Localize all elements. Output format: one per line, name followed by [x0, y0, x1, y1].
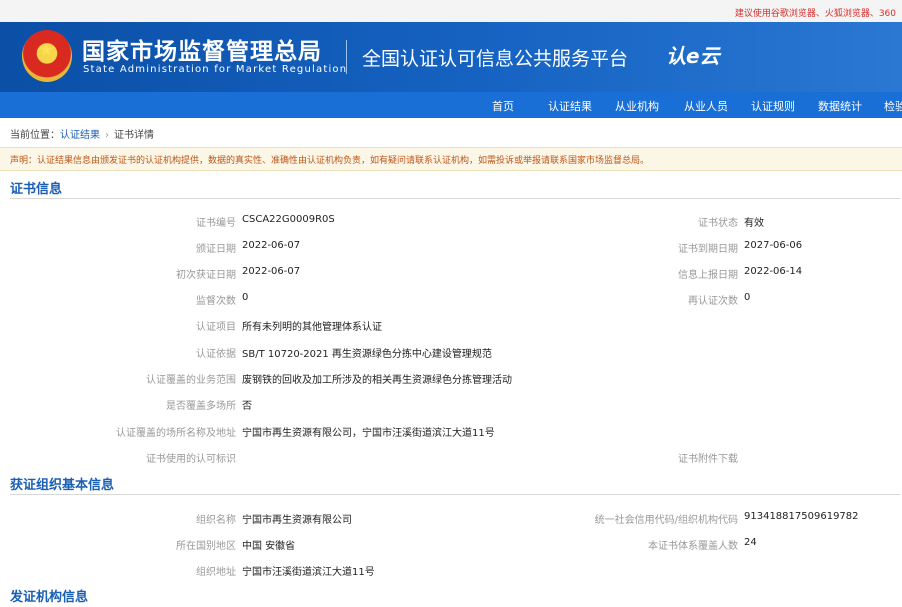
- nav-institutions[interactable]: 从业机构: [615, 98, 659, 114]
- field-label: 证书编号: [196, 218, 236, 229]
- nav-cert-rules[interactable]: 认证规则: [751, 98, 795, 114]
- attachment-download-link[interactable]: 证书附件下载: [678, 450, 738, 465]
- cert-project: 所有未列明的其他管理体系认证: [242, 322, 382, 333]
- field-label: 组织地址: [196, 567, 236, 578]
- business-scope: 废钢铁的回收及加工所涉及的相关再生资源绿色分拣管理活动: [242, 375, 512, 386]
- section-divider: [10, 198, 900, 199]
- field-label: 初次获证日期: [176, 270, 236, 281]
- section-title-issuer: 发证机构信息: [10, 590, 89, 605]
- org-name-en: State Administration for Market Regulati…: [83, 64, 348, 75]
- breadcrumb: 当前位置：认证结果 › 证书详情: [10, 130, 154, 141]
- field-label: 再认证次数: [688, 296, 738, 307]
- platform-logo[interactable]: 认e云: [666, 40, 720, 69]
- multi-site-flag: 否: [242, 401, 252, 412]
- field-label: 是否覆盖多场所: [166, 401, 236, 412]
- field-label: 认证覆盖的场所名称及地址: [116, 428, 236, 439]
- browser-tip-bar: 建议使用谷歌浏览器、火狐浏览器、360: [0, 0, 902, 22]
- field-label: 统一社会信用代码/组织机构代码: [594, 515, 738, 526]
- nav-inspection[interactable]: 检验: [884, 98, 902, 114]
- header-divider: [346, 40, 347, 74]
- first-issue-date: 2022-06-07: [242, 266, 301, 277]
- cert-status: 有效: [744, 218, 764, 229]
- browser-tip: 建议使用谷歌浏览器、火狐浏览器、360: [734, 9, 896, 19]
- expiry-date: 2027-06-06: [744, 240, 803, 251]
- credit-code: 913418817509619782: [744, 511, 859, 522]
- section-title-org: 获证组织基本信息: [10, 478, 115, 493]
- main-nav: 首页 认证结果 从业机构 从业人员 认证规则 数据统计 检验: [0, 92, 902, 118]
- national-emblem-icon: [22, 30, 72, 82]
- field-label: 本证书体系覆盖人数: [648, 541, 738, 552]
- cert-number: CSCA22G0009R0S: [242, 214, 335, 225]
- nav-practitioners[interactable]: 从业人员: [684, 98, 728, 114]
- breadcrumb-cert-detail: 证书详情: [114, 130, 154, 141]
- field-label: 信息上报日期: [678, 270, 738, 281]
- org-name: 宁国市再生资源有限公司: [242, 515, 352, 526]
- platform-title: 全国认证认可信息公共服务平台: [362, 48, 629, 70]
- field-label: 监督次数: [196, 296, 236, 307]
- field-label: 证书状态: [698, 218, 738, 229]
- disclaimer-bar: 声明：认证结果信息由颁发证书的认证机构提供，数据的真实性、准确性由认证机构负责，…: [0, 147, 902, 171]
- covered-site: 宁国市再生资源有限公司，宁国市汪溪街道滨江大道11号: [242, 428, 495, 439]
- field-label: 认证覆盖的业务范围: [146, 375, 236, 386]
- section-divider: [10, 494, 900, 495]
- report-date: 2022-06-14: [744, 266, 803, 277]
- field-label: 颁证日期: [196, 244, 236, 255]
- field-label: 组织名称: [196, 515, 236, 526]
- nav-statistics[interactable]: 数据统计: [818, 98, 862, 114]
- org-name-cn: 国家市场监督管理总局: [82, 39, 322, 65]
- field-label: 证书使用的认可标识: [146, 454, 236, 465]
- recert-count: 0: [744, 292, 751, 303]
- nav-cert-results[interactable]: 认证结果: [548, 98, 592, 114]
- supervision-count: 0: [242, 292, 249, 303]
- covered-headcount: 24: [744, 537, 757, 548]
- breadcrumb-label: 当前位置：: [10, 130, 60, 141]
- site-header: 国家市场监督管理总局 State Administration for Mark…: [0, 22, 902, 92]
- field-label: 证书到期日期: [678, 244, 738, 255]
- breadcrumb-cert-results[interactable]: 认证结果: [60, 130, 100, 141]
- org-address: 宁国市汪溪街道滨江大道11号: [242, 567, 375, 578]
- disclaimer-text: 声明：认证结果信息由颁发证书的认证机构提供，数据的真实性、准确性由认证机构负责，…: [10, 156, 650, 166]
- issue-date: 2022-06-07: [242, 240, 301, 251]
- field-label: 所在国别地区: [176, 541, 236, 552]
- cert-basis: SB/T 10720-2021 再生资源绿色分拣中心建设管理规范: [242, 349, 492, 360]
- org-region: 中国 安徽省: [242, 541, 296, 552]
- field-label: 认证项目: [196, 322, 236, 333]
- section-title-cert: 证书信息: [10, 182, 63, 197]
- field-label: 认证依据: [196, 349, 236, 360]
- nav-home[interactable]: 首页: [492, 98, 514, 114]
